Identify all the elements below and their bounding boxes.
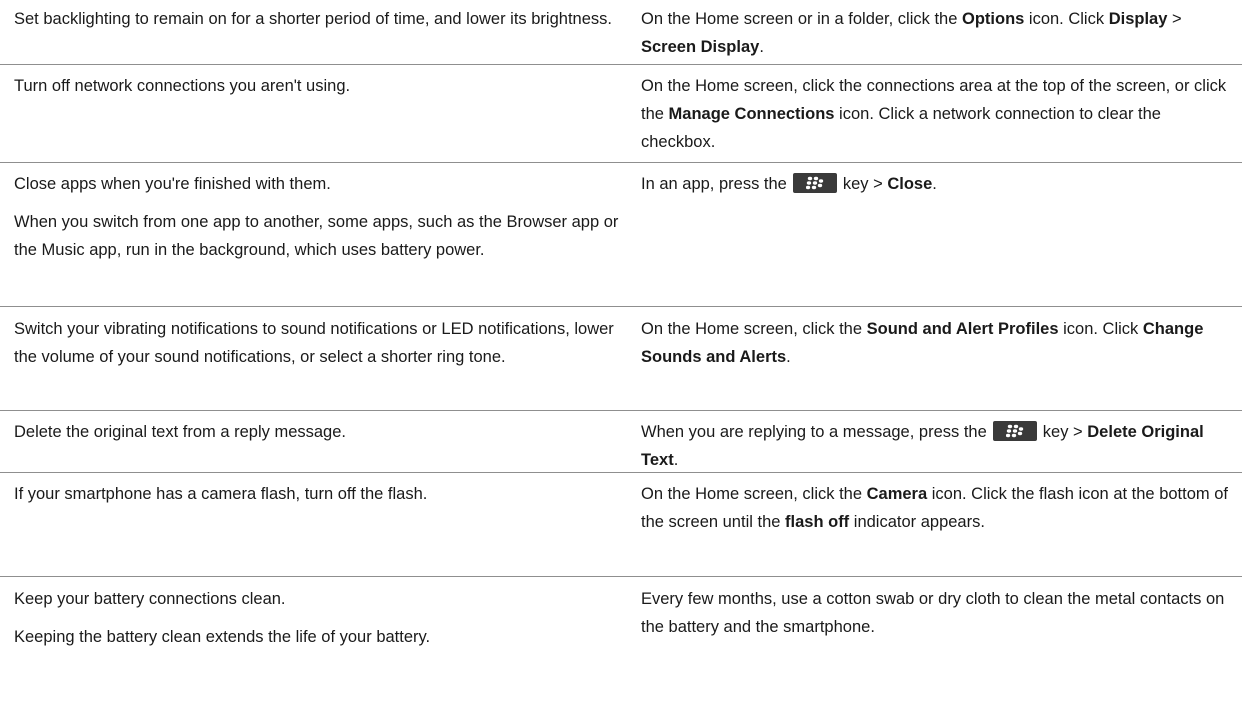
tip-cell: Keep your battery connections clean. Kee… xyxy=(0,577,631,715)
instruction-text-part: . xyxy=(932,175,937,193)
instruction-text-part: When you are replying to a message, pres… xyxy=(641,423,987,441)
display-label: Display xyxy=(1108,10,1168,28)
instruction-text-part: . xyxy=(673,451,679,469)
tip-cell: Close apps when you're finished with the… xyxy=(0,163,631,306)
instruction-text-part: . xyxy=(786,348,791,366)
instruction-text: When you are replying to a message, pres… xyxy=(641,418,1234,474)
instruction-text-part: On the Home screen or in a folder, click… xyxy=(641,10,962,28)
flash-off-label: flash off xyxy=(785,513,850,531)
instruction-text-part: icon. Click xyxy=(1058,320,1143,338)
instruction-cell: When you are replying to a message, pres… xyxy=(631,411,1242,472)
instruction-text-part: > xyxy=(1167,10,1182,28)
tip-text: Keep your battery connections clean. xyxy=(14,590,286,608)
tip-cell: Switch your vibrating notifications to s… xyxy=(0,307,631,410)
screen-display-label: Screen Display xyxy=(641,38,760,56)
instruction-text: Every few months, use a cotton swab or d… xyxy=(641,590,1225,636)
instruction-text-part: In an app, press the xyxy=(641,175,787,193)
tip-cell: Delete the original text from a reply me… xyxy=(0,411,631,472)
instruction-text: On the Home screen, click the Camera ico… xyxy=(641,480,1234,536)
tip-note: Keeping the battery clean extends the li… xyxy=(14,628,431,646)
tip-text: Delete the original text from a reply me… xyxy=(14,423,346,441)
tip-text: Close apps when you're finished with the… xyxy=(14,175,331,193)
instruction-text-part: key > xyxy=(842,175,888,193)
instruction-text-part: icon. Click xyxy=(1024,10,1109,28)
instruction-cell: Every few months, use a cotton swab or d… xyxy=(631,577,1242,715)
instruction-text-part: indicator appears. xyxy=(849,513,985,531)
menu-key-icon xyxy=(992,421,1037,441)
instruction-text: On the Home screen, click the connection… xyxy=(641,72,1234,156)
camera-label: Camera xyxy=(866,485,928,503)
tip-text: If your smartphone has a camera flash, t… xyxy=(14,485,428,503)
tip-text: Switch your vibrating notifications to s… xyxy=(14,320,614,366)
table-row: Keep your battery connections clean. Kee… xyxy=(0,577,1242,715)
manage-connections-label: Manage Connections xyxy=(668,105,835,123)
instruction-text-part: . xyxy=(759,38,764,56)
instruction-text-part: On the Home screen, click the xyxy=(641,320,867,338)
tip-cell: If your smartphone has a camera flash, t… xyxy=(0,473,631,576)
close-label: Close xyxy=(887,175,933,193)
options-label: Options xyxy=(962,10,1025,28)
table-row: Switch your vibrating notifications to s… xyxy=(0,307,1242,411)
table-row: Delete the original text from a reply me… xyxy=(0,411,1242,473)
tip-text: Turn off network connections you aren't … xyxy=(14,77,351,95)
battery-tips-table: Set backlighting to remain on for a shor… xyxy=(0,0,1242,715)
tip-cell: Set backlighting to remain on for a shor… xyxy=(0,0,631,64)
instruction-text-part: On the Home screen, click the xyxy=(641,485,867,503)
instruction-cell: On the Home screen, click the connection… xyxy=(631,65,1242,162)
instruction-text-part: key > xyxy=(1042,423,1088,441)
instruction-cell: On the Home screen, click the Camera ico… xyxy=(631,473,1242,576)
sound-profiles-label: Sound and Alert Profiles xyxy=(866,320,1059,338)
instruction-cell: In an app, press the key > Close. xyxy=(631,163,1242,306)
table-row: Turn off network connections you aren't … xyxy=(0,65,1242,163)
instruction-cell: On the Home screen, click the Sound and … xyxy=(631,307,1242,410)
instruction-text: On the Home screen, click the Sound and … xyxy=(641,315,1234,371)
tip-note: When you switch from one app to another,… xyxy=(14,213,619,259)
instruction-cell: On the Home screen or in a folder, click… xyxy=(631,0,1242,64)
instruction-text: On the Home screen or in a folder, click… xyxy=(641,5,1234,61)
menu-key-icon xyxy=(792,173,837,193)
table-row: Close apps when you're finished with the… xyxy=(0,163,1242,307)
table-row: If your smartphone has a camera flash, t… xyxy=(0,473,1242,577)
tip-cell: Turn off network connections you aren't … xyxy=(0,65,631,162)
tip-text: Set backlighting to remain on for a shor… xyxy=(14,10,612,28)
instruction-text: In an app, press the key > Close. xyxy=(641,170,1234,198)
table-row: Set backlighting to remain on for a shor… xyxy=(0,0,1242,65)
